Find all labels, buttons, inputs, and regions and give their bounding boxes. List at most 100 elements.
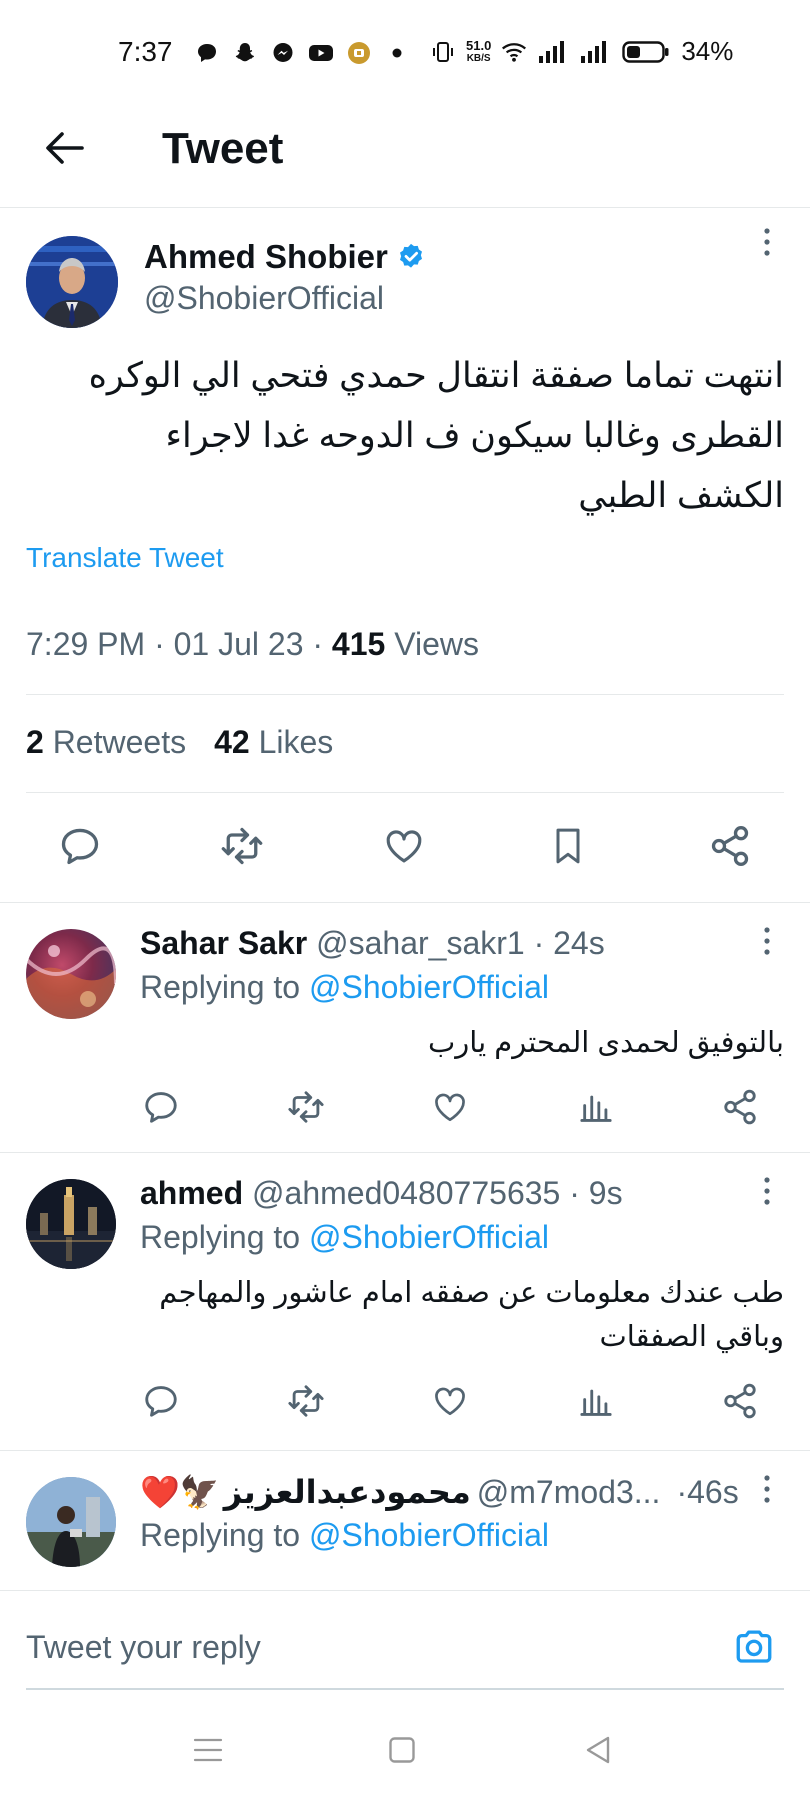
replying-to-mention[interactable]: @ShobierOfficial [309,969,549,1005]
retweet-button[interactable] [280,1081,332,1133]
reply-time: 9s [588,1175,623,1211]
triangle-back-icon [586,1736,610,1764]
reply-time: 46s [687,1473,739,1510]
signal-2-icon [579,39,611,65]
share-icon [724,1089,756,1125]
author-avatar[interactable] [26,236,118,328]
reply-more-button[interactable] [752,921,782,961]
bookmark-icon [556,828,580,864]
likes-stat[interactable]: 42 Likes [214,724,333,761]
reply-item[interactable]: Sahar Sakr @sahar_sakr1 · 24s Replying t… [0,902,810,1152]
reply-author-name[interactable]: ahmed [140,1175,243,1211]
status-time: 7:37 [118,36,173,67]
replying-to-prefix: Replying to [140,1517,301,1553]
likes-label: Likes [258,724,334,760]
heart-icon [435,1093,465,1122]
verified-badge-icon [399,243,422,268]
signal-1-icon [537,39,569,65]
meta-separator: · [312,626,332,662]
replying-to: Replying to @ShobierOfficial [140,969,549,1006]
network-speed: 51.0 KB/S [466,39,491,65]
replying-to-prefix: Replying to [140,969,301,1005]
author-handle[interactable]: @ShobierOfficial [144,280,384,317]
reply-button[interactable] [135,1375,187,1427]
reply-time: 24s [553,925,605,961]
like-button[interactable] [424,1375,476,1427]
retweet-icon [288,1385,324,1417]
views-label: Views [394,626,479,662]
share-button[interactable] [714,1375,766,1427]
reply-separator: · [676,1473,688,1510]
reply-composer: Tweet your reply [0,1590,810,1700]
camera-button[interactable] [728,1621,780,1673]
system-navigation-bar [0,1700,810,1800]
replying-to-prefix: Replying to [140,1219,301,1255]
reply-item[interactable]: ❤️🦅 محمودعبدالعزيز @m7mod3... · 46s Repl… [0,1450,810,1590]
reply-author-handle[interactable]: @m7mod3... [477,1474,661,1511]
tweet-date: 01 Jul 23 [173,626,304,662]
square-icon [389,1737,415,1763]
reply-avatar[interactable] [26,1179,116,1269]
divider [26,792,784,793]
heart-icon [435,1387,465,1416]
back-nav-button[interactable] [578,1730,618,1770]
reply-avatar[interactable] [26,929,116,1019]
status-notification-icons [194,40,410,66]
retweet-icon [288,1091,324,1123]
views-button[interactable] [570,1081,622,1133]
arrow-left-icon [46,132,84,164]
views-count: 415 [331,626,386,662]
translate-tweet-link[interactable]: Translate Tweet [26,542,224,574]
more-vertical-icon [764,228,770,256]
reply-header: ❤️🦅 محمودعبدالعزيز @m7mod3... · 46s [140,1473,740,1511]
retweet-button[interactable] [280,1375,332,1427]
recent-apps-button[interactable] [188,1730,228,1770]
reply-icon [145,1092,177,1123]
reply-author-name[interactable]: محمودعبدالعزيز [224,1473,471,1511]
reply-header: ahmed @ahmed0480775635 · 9s [140,1175,623,1212]
dot-icon [384,40,410,66]
reply-icon [61,828,99,865]
menu-lines-icon [193,1738,223,1762]
retweets-stat[interactable]: 2 Retweets [26,724,186,761]
tweet-stats: 2 Retweets 42 Likes [26,724,333,761]
reply-author-name[interactable]: Sahar Sakr [140,925,307,961]
input-underline [26,1688,784,1690]
back-button[interactable] [38,122,90,174]
likes-count: 42 [214,724,250,760]
reply-more-button[interactable] [752,1171,782,1211]
like-button[interactable] [376,818,432,874]
views-button[interactable] [570,1375,622,1427]
reply-item[interactable]: ahmed @ahmed0480775635 · 9s Replying to … [0,1152,810,1450]
reply-more-button[interactable] [752,1469,782,1509]
reply-text: طب عندك معلومات عن صفقه امام عاشور والمه… [159,1277,784,1353]
share-button[interactable] [714,1081,766,1133]
author-name: Ahmed Shobier [144,238,388,275]
reply-input[interactable]: Tweet your reply [26,1629,261,1666]
bookmark-button[interactable] [540,818,596,874]
analytics-icon [580,1095,612,1122]
reply-avatar[interactable] [26,1477,116,1567]
reply-button[interactable] [52,818,108,874]
retweet-button[interactable] [214,818,270,874]
page-title: Tweet [162,124,284,173]
retweet-icon [221,827,263,865]
reply-author-handle[interactable]: @ahmed0480775635 [252,1175,560,1211]
battery-icon [621,39,671,65]
replying-to: Replying to @ShobierOfficial [140,1219,549,1256]
tweet-more-button[interactable] [752,222,782,262]
like-button[interactable] [424,1081,476,1133]
youtube-icon [308,40,334,66]
tweet-time: 7:29 PM [26,626,146,662]
reply-separator: · [569,1175,589,1211]
replying-to-mention[interactable]: @ShobierOfficial [309,1219,549,1255]
top-app-bar: Tweet [0,100,810,208]
replying-to-mention[interactable]: @ShobierOfficial [309,1517,549,1553]
reply-button[interactable] [135,1081,187,1133]
reply-separator: · [533,925,554,961]
reply-header: Sahar Sakr @sahar_sakr1 · 24s [140,925,605,962]
reply-author-handle[interactable]: @sahar_sakr1 [316,925,525,961]
share-button[interactable] [702,818,758,874]
home-button[interactable] [382,1730,422,1770]
author-name-row[interactable]: Ahmed Shobier [144,238,426,276]
